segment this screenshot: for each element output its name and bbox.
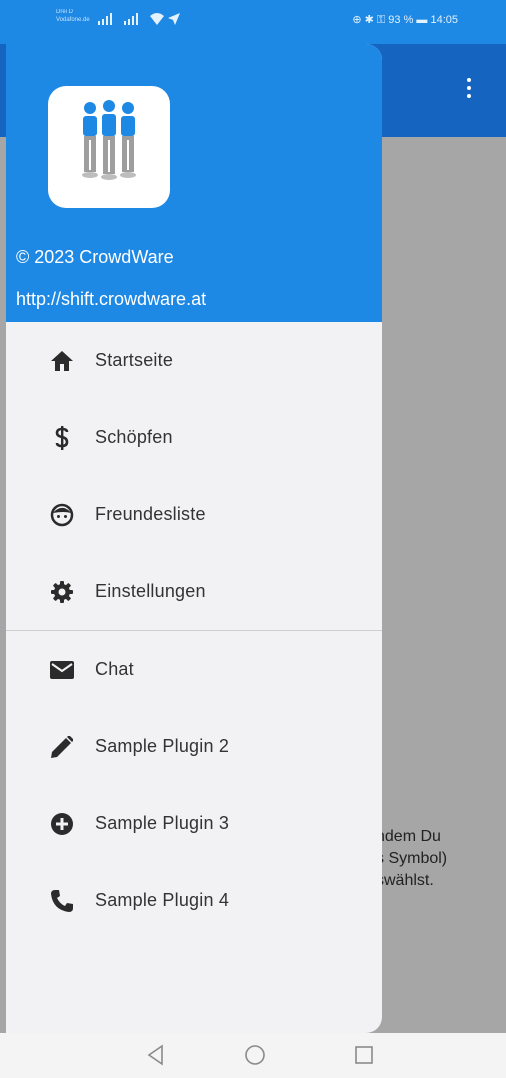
menu-item-label: Startseite <box>95 350 174 370</box>
shift-logo-icon <box>82 100 136 180</box>
signal-icon <box>98 13 114 28</box>
menu-item-label: Freundesliste <box>95 504 206 524</box>
home-button-icon[interactable] <box>243 1043 267 1067</box>
overflow-menu-icon[interactable] <box>466 78 472 98</box>
phone-icon <box>50 889 74 913</box>
drawer-header: © 2023 CrowdWare http://shift.crowdware.… <box>6 44 382 322</box>
menu-item-freundesliste[interactable]: Freundesliste <box>6 476 382 553</box>
status-bar: Drei D Vodafone.de ⊕ ✱ ⚿ 93 % ▬ 14:05 <box>0 0 506 44</box>
website-link[interactable]: http://shift.crowdware.at <box>16 289 206 310</box>
mail-icon <box>50 658 74 682</box>
pencil-icon <box>50 735 74 759</box>
navigation-drawer: © 2023 CrowdWare http://shift.crowdware.… <box>6 44 382 1033</box>
home-icon <box>50 349 74 373</box>
menu-item-sample-plugin-3[interactable]: Sample Plugin 3 <box>6 785 382 862</box>
signal-icon <box>124 13 140 28</box>
menu-item-label: Sample Plugin 4 <box>95 890 230 910</box>
menu-item-label: Einstellungen <box>95 581 206 601</box>
menu-item-startseite[interactable]: Startseite <box>6 322 382 399</box>
menu-item-label: Sample Plugin 2 <box>95 736 230 756</box>
system-nav-bar <box>0 1033 506 1078</box>
menu-item-chat[interactable]: Chat <box>6 631 382 708</box>
drawer-menu: Startseite Schöpfen Freundesliste Einste… <box>6 322 382 939</box>
dollar-icon <box>50 425 74 450</box>
location-icon <box>168 13 180 28</box>
app-logo <box>48 86 170 208</box>
wifi-icon <box>150 13 164 28</box>
background-text: ndem Du s Symbol) swählst. <box>376 828 448 889</box>
menu-item-sample-plugin-4[interactable]: Sample Plugin 4 <box>6 862 382 939</box>
copyright-text: © 2023 CrowdWare <box>16 247 174 267</box>
face-icon <box>50 503 74 527</box>
carrier-info: Drei D Vodafone.de <box>56 9 90 23</box>
menu-item-label: Schöpfen <box>95 427 173 447</box>
status-indicators: ⊕ ✱ ⚿ 93 % ▬ 14:05 <box>352 14 458 26</box>
menu-item-label: Chat <box>95 659 134 679</box>
menu-item-schoepfen[interactable]: Schöpfen <box>6 399 382 476</box>
menu-item-sample-plugin-2[interactable]: Sample Plugin 2 <box>6 708 382 785</box>
menu-item-label: Sample Plugin 3 <box>95 813 230 833</box>
recents-icon[interactable] <box>352 1043 376 1067</box>
menu-item-einstellungen[interactable]: Einstellungen <box>6 553 382 630</box>
gear-icon <box>50 580 74 604</box>
back-icon[interactable] <box>144 1043 168 1067</box>
add-circle-icon <box>50 812 74 836</box>
